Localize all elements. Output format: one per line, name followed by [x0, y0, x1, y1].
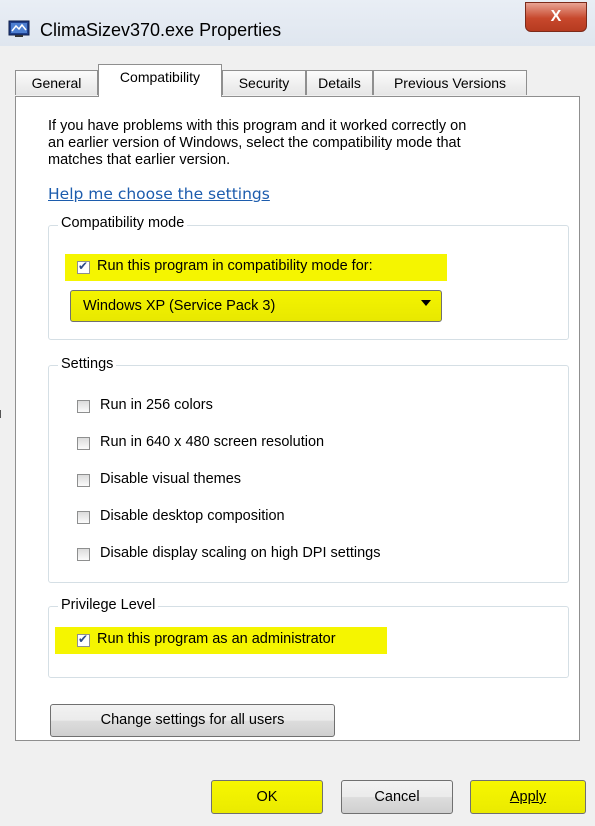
privilege-legend: Privilege Level — [58, 597, 159, 613]
run-256-colors-label: Run in 256 colors — [100, 397, 213, 413]
intro-line-3: matches that earlier version. — [48, 152, 231, 168]
ok-button[interactable]: OK — [211, 780, 323, 814]
run-as-admin-checkbox[interactable] — [77, 632, 90, 647]
close-button[interactable]: X — [525, 2, 587, 32]
disable-desktop-composition-checkbox[interactable] — [77, 511, 90, 524]
application-icon — [8, 20, 30, 37]
properties-window: ClimaSizev370.exe Properties X General C… — [0, 0, 595, 826]
disable-desktop-composition-label: Disable desktop composition — [100, 508, 285, 524]
tab-security[interactable]: Security — [222, 70, 306, 95]
window-title: ClimaSizev370.exe Properties — [40, 20, 282, 40]
disable-visual-themes-checkbox[interactable] — [77, 474, 90, 487]
disable-dpi-scaling-label: Disable display scaling on high DPI sett… — [100, 545, 381, 561]
close-icon: X — [550, 8, 562, 25]
apply-button[interactable]: Apply — [470, 780, 586, 814]
change-settings-all-users-button[interactable]: Change settings for all users — [50, 704, 335, 737]
run-640x480-checkbox[interactable] — [77, 437, 90, 450]
intro-line-1: If you have problems with this program a… — [48, 118, 467, 134]
compat-mode-checkbox[interactable] — [77, 259, 90, 274]
compat-mode-legend: Compatibility mode — [58, 215, 188, 231]
compat-mode-label: Run this program in compatibility mode f… — [97, 258, 373, 274]
settings-legend: Settings — [58, 356, 117, 372]
compat-os-selected: Windows XP (Service Pack 3) — [83, 298, 276, 314]
tab-compatibility[interactable]: Compatibility — [98, 64, 222, 97]
cancel-button[interactable]: Cancel — [341, 780, 453, 814]
intro-text: If you have problems with this program a… — [48, 118, 568, 169]
tab-general[interactable]: General — [15, 70, 98, 95]
intro-line-2: an earlier version of Windows, select th… — [48, 135, 461, 151]
compat-mode-group — [48, 225, 569, 340]
dropdown-arrow-icon — [421, 300, 431, 306]
title-bar[interactable]: ClimaSizev370.exe Properties X — [0, 0, 595, 46]
run-as-admin-label: Run this program as an administrator — [97, 631, 336, 647]
tab-previous-versions[interactable]: Previous Versions — [373, 70, 527, 95]
disable-visual-themes-label: Disable visual themes — [100, 471, 242, 487]
disable-dpi-scaling-checkbox[interactable] — [77, 548, 90, 561]
help-link[interactable]: Help me choose the settings — [48, 185, 270, 203]
run-640x480-label: Run in 640 x 480 screen resolution — [100, 434, 325, 450]
tab-details[interactable]: Details — [306, 70, 373, 95]
run-256-colors-checkbox[interactable] — [77, 400, 90, 413]
compat-os-select[interactable]: Windows XP (Service Pack 3) — [70, 290, 442, 322]
left-edge-mark — [0, 410, 1, 418]
